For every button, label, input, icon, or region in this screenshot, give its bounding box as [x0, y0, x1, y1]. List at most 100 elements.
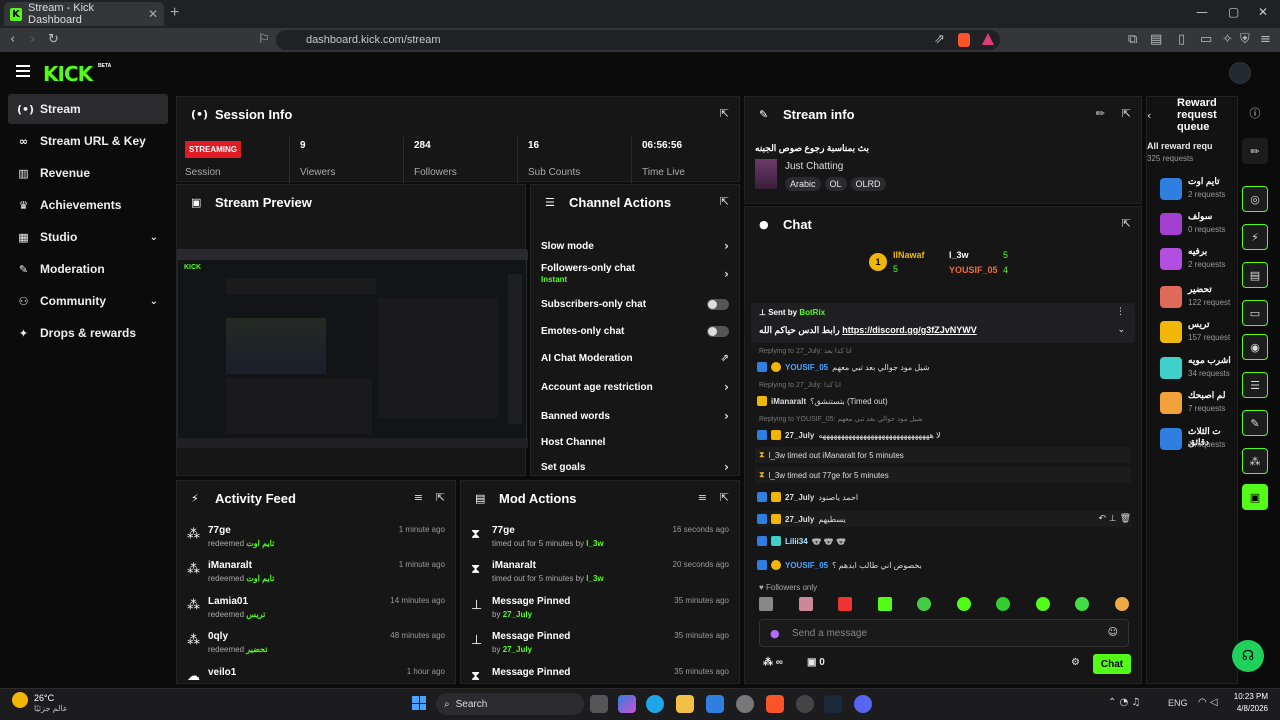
edit-icon[interactable]: ✏ — [1242, 138, 1268, 164]
task-view-icon[interactable] — [590, 695, 608, 713]
bookmark-icon[interactable]: ⚐ — [258, 32, 270, 47]
banned-words-row[interactable]: Banned words › — [541, 407, 729, 425]
send-chat-button[interactable]: Chat — [1093, 654, 1131, 674]
chat-input[interactable]: ● Send a message ☺ — [759, 619, 1129, 647]
mod-name[interactable]: 77ge — [492, 525, 515, 536]
chat-message[interactable]: 27_July يسطيهم ↶ ⊥ 🗑 — [757, 511, 1131, 527]
emoji-icon[interactable]: ☺ — [1108, 627, 1118, 638]
mod-name[interactable]: iManaralt — [492, 560, 536, 571]
emote-icon[interactable] — [877, 597, 892, 611]
host-channel-row[interactable]: Host Channel — [541, 433, 729, 451]
ai-moderation-row[interactable]: AI Chat Moderation ⇗ — [541, 349, 729, 367]
tag[interactable]: Arabic — [785, 177, 821, 191]
reward-item[interactable]: لم اصبحك 7 requests — [1160, 390, 1240, 418]
new-tab-button[interactable]: + — [170, 4, 179, 22]
feed-name[interactable]: Lamia01 — [208, 596, 248, 607]
reward-item[interactable]: تايم اوت 2 requests — [1160, 176, 1240, 204]
reward-item[interactable]: تحضير 122 request — [1160, 284, 1240, 312]
leo-icon[interactable]: ✧ — [1222, 32, 1233, 47]
emote-icon[interactable] — [917, 597, 932, 611]
url-input[interactable]: dashboard.kick.com/stream — [276, 30, 1000, 50]
vpn-icon[interactable]: ⛨ — [1240, 32, 1250, 47]
broadcast-icon[interactable]: ◉ — [1242, 334, 1268, 360]
emote-icon[interactable] — [1114, 597, 1129, 611]
settings-icon[interactable]: ⚙ — [1071, 657, 1080, 668]
store-icon[interactable] — [706, 695, 724, 713]
subscribers-only-toggle[interactable] — [707, 298, 729, 310]
tag[interactable]: OLRD — [850, 177, 886, 191]
chat-username[interactable]: iManaralt — [771, 397, 806, 406]
chevron-down-icon[interactable]: ⌄ — [1117, 325, 1125, 335]
leader-name[interactable]: l_3w — [949, 250, 969, 260]
chat-message[interactable]: YOUSIF_05 شيل مود جوالي بعد تبي معهم — [757, 359, 1131, 375]
sidebar-item-stream[interactable]: (•) Stream — [8, 94, 168, 124]
popout-icon[interactable]: ⇱ — [720, 491, 729, 504]
browser-menu-icon[interactable]: ≡ — [1260, 32, 1271, 47]
feed-name[interactable]: iManaralt — [208, 560, 252, 571]
sidebar-item-community[interactable]: ⚇ Community ⌄ — [8, 286, 168, 316]
bolt-icon[interactable]: ⚡ — [1242, 224, 1268, 250]
edit-icon[interactable]: ✏ — [1096, 107, 1105, 120]
account-age-row[interactable]: Account age restriction › — [541, 378, 729, 396]
kick-logo[interactable]: KICK — [43, 62, 93, 86]
sidebar-item-achievements[interactable]: ♛ Achievements — [8, 190, 168, 220]
emote-icon[interactable] — [996, 597, 1011, 611]
document-icon[interactable]: ▤ — [1242, 262, 1268, 288]
reader-icon[interactable]: ▯ — [1178, 32, 1185, 47]
steam-icon[interactable] — [824, 695, 842, 713]
set-goals-row[interactable]: Set goals › — [541, 458, 729, 476]
reward-item[interactable]: برفيه 2 requests — [1160, 246, 1240, 274]
tray-icons[interactable]: ⌃ ◔ ♫ — [1108, 697, 1140, 708]
discord-icon[interactable] — [854, 695, 872, 713]
sidebar-item-drops[interactable]: ✦ Drops & rewards — [8, 318, 168, 348]
chat-username[interactable]: 27_July — [785, 493, 814, 502]
brave-shield-icon[interactable] — [958, 33, 970, 47]
emote-icon[interactable] — [798, 597, 813, 611]
avatar[interactable] — [1229, 62, 1251, 84]
emote-icon[interactable] — [759, 597, 773, 611]
reward-item[interactable]: تريس 157 request — [1160, 319, 1240, 347]
menu-icon[interactable] — [16, 65, 30, 77]
popout-icon[interactable]: ⇱ — [720, 195, 729, 208]
chat-message[interactable]: iManaralt بتستنشق؟ (Timed out) — [757, 393, 1131, 409]
info-icon[interactable]: ⓘ — [1242, 100, 1268, 126]
feed-name[interactable]: 77ge — [208, 525, 231, 536]
back-icon[interactable]: ‹ — [10, 32, 15, 47]
preview-video[interactable]: KICK — [177, 249, 528, 448]
sidebar-item-studio[interactable]: ▦ Studio ⌄ — [8, 222, 168, 252]
wrench-icon[interactable]: ✎ — [1242, 410, 1268, 436]
chat-message[interactable]: 27_July احمد ياصنود — [757, 489, 1131, 505]
wallet-icon[interactable]: ▭ — [1200, 32, 1212, 47]
weather-icon[interactable] — [12, 692, 28, 708]
emote-icon[interactable] — [838, 597, 853, 611]
sidebar-item-revenue[interactable]: ▥ Revenue — [8, 158, 168, 188]
clock-date[interactable]: 4/8/2026 — [1232, 704, 1268, 713]
emote-icon[interactable] — [1075, 597, 1090, 611]
edge-icon[interactable] — [646, 695, 664, 713]
copilot-icon[interactable] — [618, 695, 636, 713]
browser-tab[interactable]: K Stream - Kick Dashboard ✕ — [4, 2, 164, 26]
emote-icon[interactable] — [956, 597, 971, 611]
leader-name[interactable]: YOUSIF_05 — [949, 265, 998, 275]
followers-only-row[interactable]: Followers-only chat Instant › — [541, 263, 729, 289]
chat-icon[interactable]: ▭ — [1242, 300, 1268, 326]
minimize-button[interactable]: — — [1196, 5, 1208, 19]
tag[interactable]: OL — [824, 177, 847, 191]
reward-item[interactable]: سولف 0 requests — [1160, 211, 1240, 239]
target-icon[interactable]: ◎ — [1242, 186, 1268, 212]
sidebar-item-moderation[interactable]: ✎ Moderation — [8, 254, 168, 284]
clock-time[interactable]: 10:23 PM — [1232, 692, 1268, 701]
settings-app-icon[interactable] — [736, 695, 754, 713]
sidebar-toggle-icon[interactable]: ▤ — [1150, 32, 1162, 47]
language-indicator[interactable]: ENG — [1168, 698, 1188, 708]
emote-icon[interactable] — [1035, 597, 1050, 611]
share-icon[interactable]: ⇗ — [934, 32, 945, 47]
chevron-left-icon[interactable]: ‹ — [1147, 109, 1151, 122]
filter-icon[interactable]: ≡ — [698, 491, 707, 504]
leader-name[interactable]: lINawaf — [893, 250, 925, 260]
chat-message[interactable]: 27_July لا هههههههههههههههههههههههههههههه… — [757, 427, 1131, 443]
windows-start-icon[interactable] — [412, 696, 426, 710]
file-explorer-icon[interactable] — [676, 695, 694, 713]
emotes-only-toggle[interactable] — [707, 325, 729, 337]
popout-icon[interactable]: ⇱ — [720, 107, 729, 120]
